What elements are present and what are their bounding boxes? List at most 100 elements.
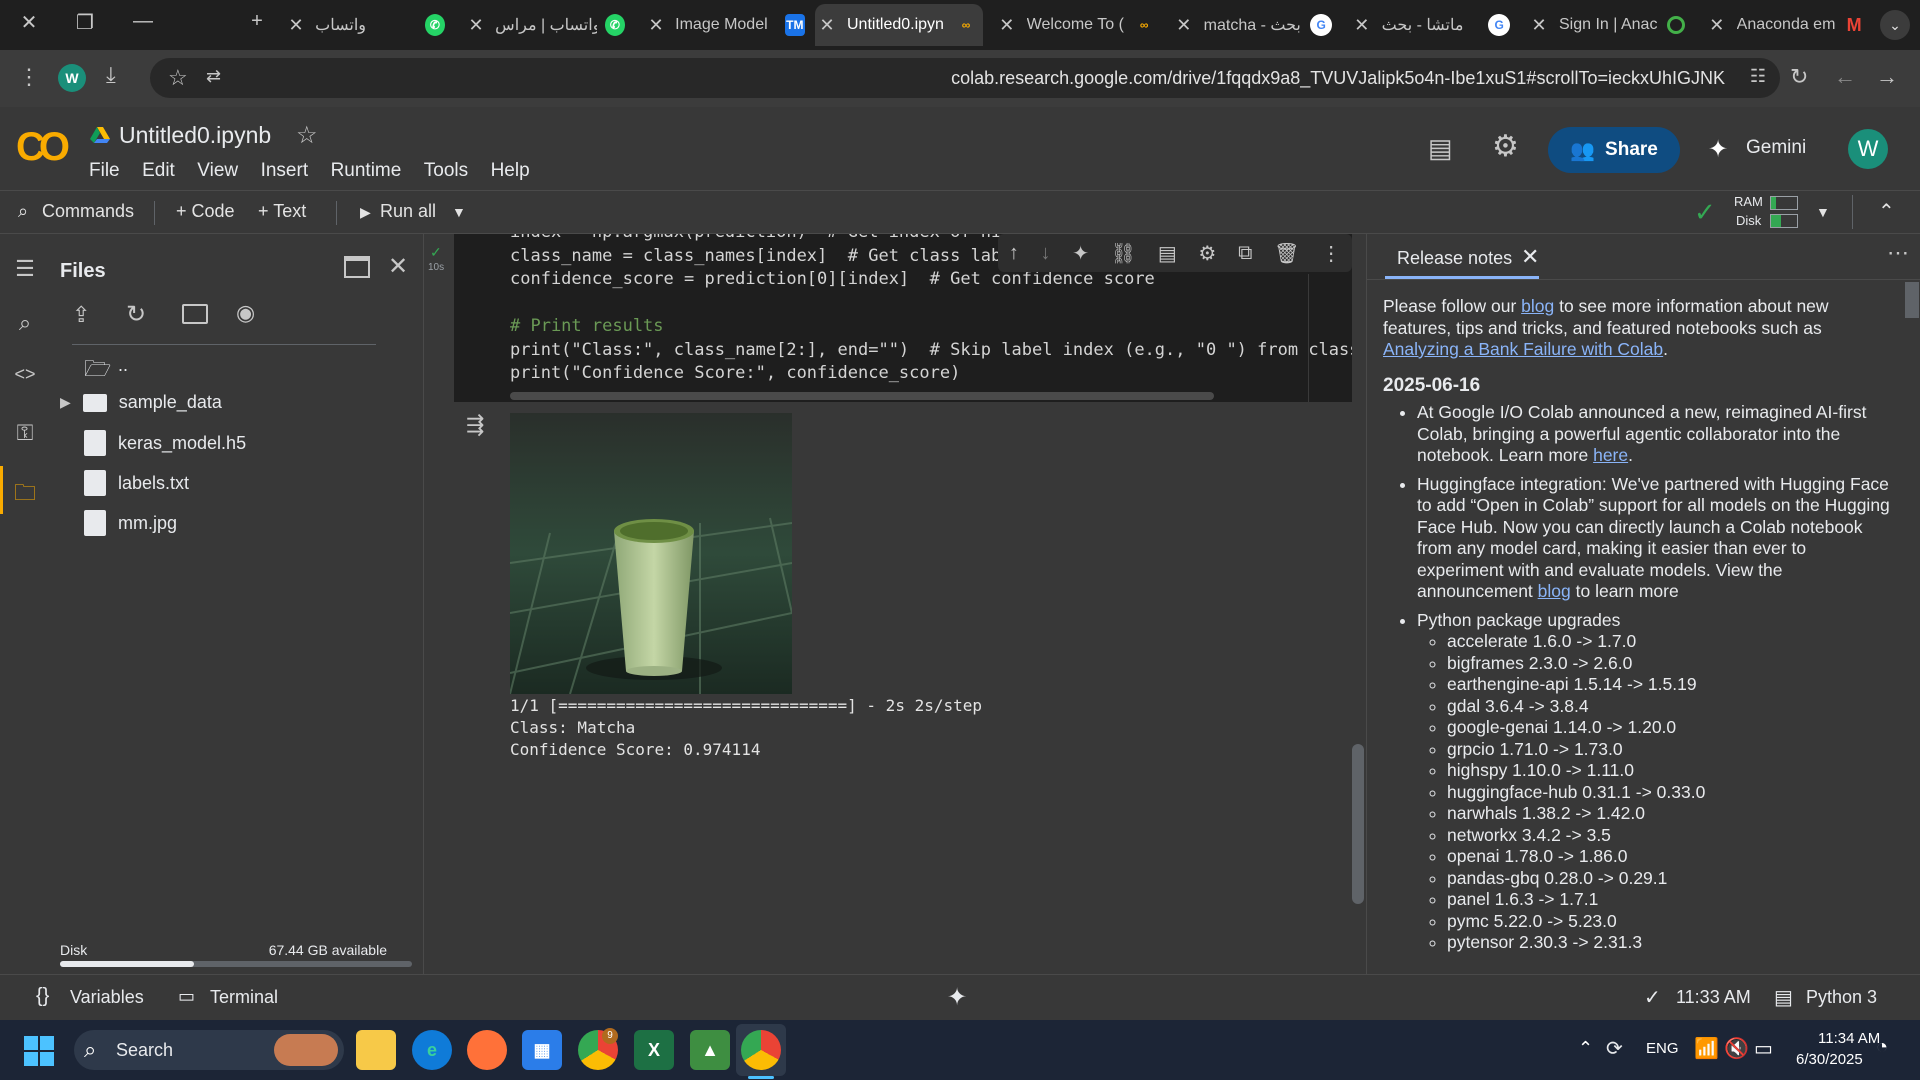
- file-item-keras-model[interactable]: keras_model.h5: [84, 430, 246, 456]
- volume-muted-icon[interactable]: 🔇: [1724, 1036, 1749, 1061]
- kernel-label[interactable]: Python 3: [1806, 987, 1877, 1008]
- new-tab-icon[interactable]: +: [242, 10, 272, 33]
- secrets-key-icon[interactable]: ⚿: [10, 420, 40, 450]
- wifi-icon[interactable]: 📶: [1694, 1036, 1719, 1061]
- tab-close-icon[interactable]: ✕: [465, 15, 487, 36]
- minimize-window-icon[interactable]: —: [128, 10, 158, 33]
- tab-close-icon[interactable]: ✕: [815, 15, 839, 36]
- excel-icon[interactable]: X: [634, 1030, 674, 1070]
- menu-file[interactable]: File: [89, 160, 120, 181]
- blog-link[interactable]: blog: [1521, 296, 1554, 316]
- tab-close-icon[interactable]: ✕: [995, 15, 1019, 36]
- network-error-icon[interactable]: ⟳: [1606, 1036, 1623, 1061]
- clock-time[interactable]: 11:34 AM: [1818, 1030, 1880, 1047]
- file-item-labels[interactable]: labels.txt: [84, 470, 189, 496]
- expand-arrow-icon[interactable]: ▶: [60, 394, 71, 411]
- move-up-icon[interactable]: ↑: [1009, 242, 1019, 265]
- translate-icon[interactable]: ⇄: [206, 66, 221, 87]
- microsoft-store-icon[interactable]: ▦: [522, 1030, 562, 1070]
- star-notebook-icon[interactable]: ☆: [296, 121, 318, 150]
- menu-runtime[interactable]: Runtime: [331, 160, 402, 181]
- share-button[interactable]: 👥 Share: [1548, 127, 1680, 173]
- reload-icon[interactable]: ↻: [1790, 64, 1808, 90]
- taskbar-search-box[interactable]: ⌕ Search: [74, 1030, 344, 1070]
- battery-icon[interactable]: ▭: [1754, 1036, 1773, 1061]
- browser-tab[interactable]: ✕ Welcome To ( ∞: [995, 4, 1155, 46]
- browser-tab[interactable]: ✕ واتساب ✆: [285, 4, 445, 46]
- mirror-cell-icon[interactable]: ⧉: [1238, 242, 1252, 265]
- variables-button[interactable]: Variables: [70, 987, 144, 1008]
- horizontal-scrollbar[interactable]: [510, 392, 1214, 400]
- file-item-mm-jpg[interactable]: mm.jpg: [84, 510, 177, 536]
- table-of-contents-icon[interactable]: ☰: [10, 256, 40, 286]
- move-down-icon[interactable]: ↓: [1041, 242, 1051, 265]
- gemini-sparkle-icon[interactable]: ✦: [1708, 135, 1728, 164]
- code-snippets-icon[interactable]: <>: [10, 364, 40, 394]
- bank-failure-link[interactable]: Analyzing a Bank Failure with Colab: [1383, 339, 1663, 359]
- settings-gear-icon[interactable]: ⚙: [1492, 129, 1519, 164]
- tab-close-icon[interactable]: ✕: [1172, 15, 1196, 36]
- forward-icon[interactable]: →: [1876, 64, 1898, 90]
- browser-tab[interactable]: ✕ ماتشا - بحث G: [1350, 4, 1510, 46]
- mount-drive-icon[interactable]: [182, 304, 208, 324]
- tab-close-icon[interactable]: ✕: [285, 15, 307, 36]
- menu-insert[interactable]: Insert: [261, 160, 309, 181]
- comment-icon[interactable]: ▤: [1158, 241, 1177, 266]
- close-panel-icon[interactable]: ✕: [388, 252, 408, 281]
- account-avatar[interactable]: W: [1848, 129, 1888, 169]
- menu-help[interactable]: Help: [491, 160, 530, 181]
- tab-close-icon[interactable]: ✕: [645, 15, 667, 36]
- site-settings-icon[interactable]: ☷: [1750, 66, 1766, 87]
- tab-close-icon[interactable]: ✕: [1705, 15, 1729, 36]
- terminal-button[interactable]: Terminal: [210, 987, 278, 1008]
- browser-tab-active[interactable]: ✕ Untitled0.ipyn ∞: [815, 4, 983, 46]
- gemini-sparkle-icon[interactable]: ✦: [947, 983, 967, 1012]
- url-text[interactable]: colab.research.google.com/drive/1fqqdx9a…: [951, 68, 1725, 89]
- browser-tab[interactable]: ✕ Image Model TM: [645, 4, 805, 46]
- link-icon[interactable]: ⛓: [1111, 241, 1136, 266]
- disk-meter[interactable]: [1770, 214, 1798, 228]
- edge-icon[interactable]: e: [412, 1030, 452, 1070]
- browser-tab[interactable]: ✕ Sign In | Anac: [1527, 4, 1687, 46]
- firefox-icon[interactable]: [467, 1030, 507, 1070]
- add-text-button[interactable]: + Text: [258, 201, 306, 222]
- folder-icon[interactable]: 🗀: [10, 476, 40, 506]
- tab-close-icon[interactable]: ✕: [1527, 15, 1551, 36]
- release-notes-tab[interactable]: Release notes: [1397, 248, 1512, 269]
- notebook-title[interactable]: Untitled0.ipynb: [119, 122, 271, 149]
- here-link[interactable]: here: [1593, 445, 1628, 465]
- close-window-icon[interactable]: ✕: [14, 10, 44, 35]
- profile-avatar[interactable]: W: [58, 64, 86, 92]
- notifications-icon[interactable]: ◔: [1876, 1036, 1888, 1059]
- tab-close-icon[interactable]: ✕: [1350, 15, 1374, 36]
- blog-link[interactable]: blog: [1538, 581, 1571, 601]
- show-hidden-icons-icon[interactable]: ⌃: [1578, 1038, 1593, 1059]
- output-actions-icon[interactable]: ⇶: [466, 412, 484, 438]
- panel-scrollbar[interactable]: [1905, 282, 1919, 318]
- close-release-notes-icon[interactable]: ✕: [1521, 244, 1539, 270]
- execution-time[interactable]: 11:33 AM: [1676, 987, 1751, 1008]
- run-all-dropdown-icon[interactable]: ▼: [452, 204, 466, 220]
- menu-edit[interactable]: Edit: [142, 160, 175, 181]
- upload-file-icon[interactable]: ⇪: [72, 302, 90, 328]
- delete-icon[interactable]: 🗑: [1274, 241, 1299, 266]
- code-cell[interactable]: index = np.argmax(prediction) # Get inde…: [454, 234, 1352, 402]
- browser-tab[interactable]: ✕ Anaconda em M: [1705, 4, 1865, 46]
- refresh-icon[interactable]: ↻: [126, 300, 146, 329]
- add-code-button[interactable]: + Code: [176, 201, 235, 222]
- browser-tab[interactable]: ✕ واتساب | مراس ✆: [465, 4, 625, 46]
- browser-menu-icon[interactable]: ⋮: [18, 64, 40, 90]
- notebook-scrollbar[interactable]: [1352, 744, 1364, 904]
- run-all-button[interactable]: Run all: [380, 201, 436, 222]
- file-item-sample-data[interactable]: ▶ sample_data: [60, 392, 222, 413]
- windows-start-icon[interactable]: [24, 1036, 54, 1066]
- file-explorer-icon[interactable]: [356, 1030, 396, 1070]
- image-viewer-icon[interactable]: ▲: [690, 1030, 730, 1070]
- clock-date[interactable]: 6/30/2025: [1796, 1051, 1863, 1068]
- cell-settings-icon[interactable]: ⚙: [1198, 241, 1216, 266]
- ram-meter[interactable]: [1770, 196, 1798, 210]
- menu-tools[interactable]: Tools: [424, 160, 468, 181]
- more-options-icon[interactable]: ⋮: [1321, 241, 1341, 266]
- commands-button[interactable]: Commands: [42, 201, 134, 222]
- bookmark-star-icon[interactable]: ☆: [168, 65, 188, 91]
